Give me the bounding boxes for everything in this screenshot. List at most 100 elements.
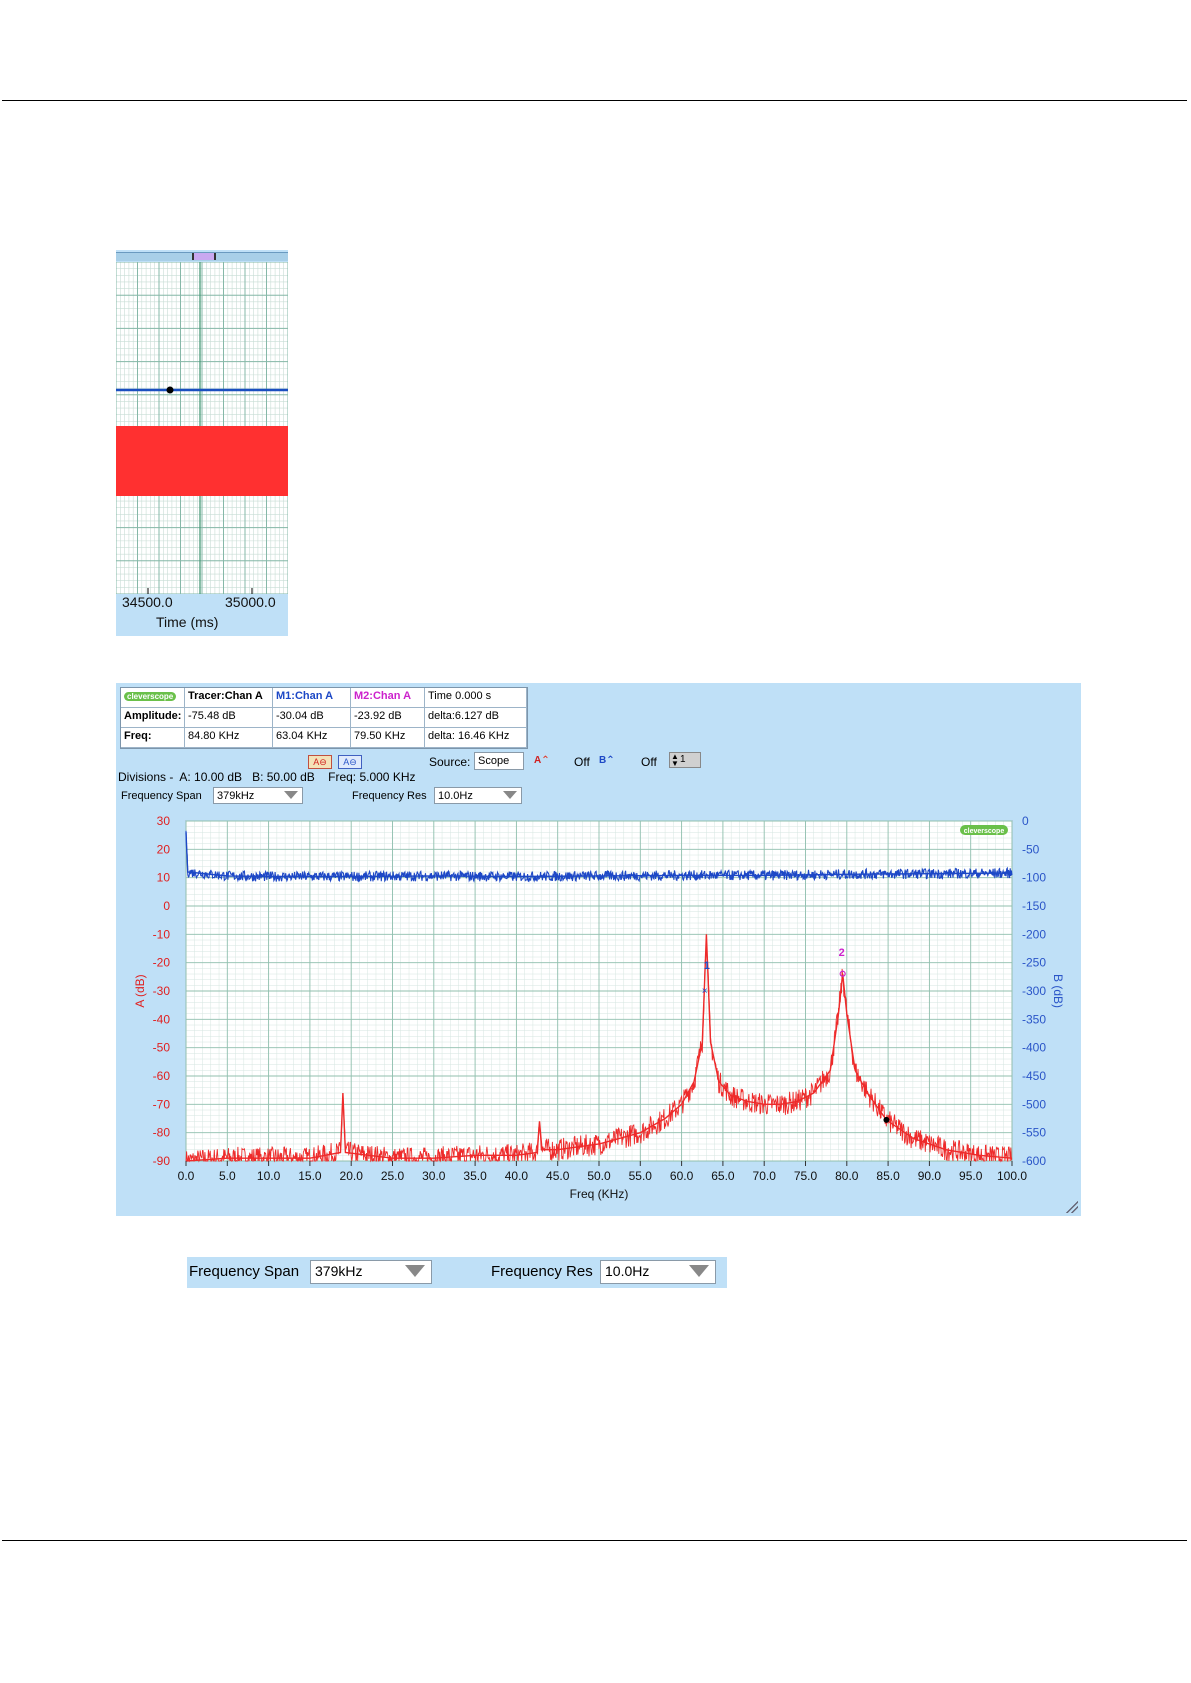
row-label-freq: Freq: xyxy=(121,728,185,748)
chevron-down-icon[interactable] xyxy=(284,791,298,799)
freq-tracer: 84.80 KHz xyxy=(185,728,273,748)
trace-b-marker xyxy=(166,386,174,394)
spin-value: 1 xyxy=(680,754,686,765)
x-tick-label: 100.0 xyxy=(997,1169,1027,1183)
x-tick-label: 40.0 xyxy=(505,1169,529,1183)
y-left-tick-label: -60 xyxy=(153,1069,171,1083)
y-right-tick-label: -400 xyxy=(1022,1041,1046,1055)
x-tick-label: 10.0 xyxy=(257,1169,281,1183)
x-tick-label: 60.0 xyxy=(670,1169,694,1183)
chart-logo: cleverscope xyxy=(964,828,1005,835)
a-trace-icon[interactable]: A⌃ xyxy=(534,755,550,766)
freq-span-select[interactable]: 379kHz xyxy=(213,787,303,804)
y-right-tick-label: -250 xyxy=(1022,956,1046,970)
divisions-text: Divisions - A: 10.00 dB B: 50.00 dB Freq… xyxy=(118,770,416,784)
x-tick-label: 30.0 xyxy=(422,1169,446,1183)
scroll-indicator[interactable] xyxy=(116,252,288,261)
x-tick-label: 15.0 xyxy=(298,1169,322,1183)
tracer-marker xyxy=(883,1116,890,1123)
cleverscope-logo: cleverscope xyxy=(124,692,177,701)
x-tick-label: 5.0 xyxy=(219,1169,236,1183)
table-logo-cell: cleverscope xyxy=(121,688,185,708)
y-right-tick-label: -50 xyxy=(1022,842,1040,856)
y-left-tick-label: -30 xyxy=(153,984,171,998)
source-label: Source: xyxy=(429,755,471,769)
b-trace-icon[interactable]: B⌃ xyxy=(599,755,615,766)
b-off-label: Off xyxy=(641,755,657,769)
marker-1-x: × xyxy=(702,986,708,997)
x-tick-label: 95.0 xyxy=(959,1169,983,1183)
y-left-tick-label: -90 xyxy=(153,1154,171,1168)
x-tick-label: 25.0 xyxy=(381,1169,405,1183)
y-right-tick-label: -150 xyxy=(1022,899,1046,913)
left-scope-plot xyxy=(116,262,288,594)
y-left-tick-label: -50 xyxy=(153,1041,171,1055)
freq-delta: delta: 16.46 KHz xyxy=(425,728,527,748)
y-left-tick-label: 10 xyxy=(157,871,171,885)
a-off-label: Off xyxy=(574,755,590,769)
marker-a-button[interactable]: A⊖ xyxy=(308,755,332,769)
x-tick-label: 20.0 xyxy=(340,1169,364,1183)
col-header-m1: M1:Chan A xyxy=(273,688,351,708)
resize-grip-icon[interactable] xyxy=(1066,1201,1078,1213)
spin-arrows-icon[interactable]: ▲ ▼ xyxy=(671,753,679,768)
y-right-tick-label: -200 xyxy=(1022,927,1046,941)
left-x-tick-1: 35000.0 xyxy=(225,594,276,610)
strip-freq-span-select[interactable]: 379kHz xyxy=(310,1260,432,1284)
freq-m2: 79.50 KHz xyxy=(351,728,425,748)
y-left-tick-label: 20 xyxy=(157,842,171,856)
spin-stepper[interactable]: ▲ ▼ 1 xyxy=(669,752,701,768)
y-right-tick-label: 0 xyxy=(1022,814,1029,828)
spectrum-chart[interactable]: ×120.0 5.0 10.0 15.0 20.0 25.0 30.0 35.0 40.0 45.… xyxy=(116,809,1081,1216)
amp-tracer: -75.48 dB xyxy=(185,708,273,728)
y-left-axis-label: A (dB) xyxy=(133,974,147,1007)
freq-m1: 63.04 KHz xyxy=(273,728,351,748)
col-header-time: Time 0.000 s xyxy=(425,688,527,708)
freq-res-label: Frequency Res xyxy=(352,790,427,802)
strip-freq-res-label: Frequency Res xyxy=(491,1263,593,1280)
y-left-tick-label: 0 xyxy=(163,899,170,913)
bottom-rule xyxy=(2,1540,1187,1541)
marker-1-label: 1 xyxy=(704,960,710,972)
source-select[interactable]: Scope xyxy=(474,752,524,770)
y-left-tick-label: -70 xyxy=(153,1097,171,1111)
strip-freq-span-label: Frequency Span xyxy=(189,1263,300,1280)
row-label-amplitude: Amplitude: xyxy=(121,708,185,728)
freq-span-value: 379kHz xyxy=(217,790,255,802)
strip-freq-res-value: 10.0Hz xyxy=(605,1263,650,1279)
x-tick-label: 75.0 xyxy=(794,1169,818,1183)
left-x-tick-0: 34500.0 xyxy=(122,594,173,610)
x-tick-label: 0.0 xyxy=(178,1169,195,1183)
left-scope-panel: 34500.0 35000.0 Time (ms) xyxy=(116,250,288,636)
y-right-tick-label: -300 xyxy=(1022,984,1046,998)
y-left-tick-label: -80 xyxy=(153,1126,171,1140)
x-axis-label: Freq (KHz) xyxy=(570,1187,629,1201)
trace-a-band xyxy=(116,426,288,496)
frequency-settings-strip: Frequency Span 379kHz Frequency Res 10.0… xyxy=(187,1257,727,1288)
chevron-down-icon[interactable] xyxy=(503,791,517,799)
x-tick-label: 85.0 xyxy=(876,1169,900,1183)
strip-freq-res-select[interactable]: 10.0Hz xyxy=(600,1260,716,1284)
freq-span-label: Frequency Span xyxy=(121,790,202,802)
spectrum-panel: cleverscope Tracer:Chan A M1:Chan A M2:C… xyxy=(116,683,1081,1216)
col-header-m2: M2:Chan A xyxy=(351,688,425,708)
y-left-tick-label: -10 xyxy=(153,927,171,941)
amp-m2: -23.92 dB xyxy=(351,708,425,728)
chevron-down-icon[interactable] xyxy=(689,1265,709,1277)
chevron-down-icon[interactable] xyxy=(405,1265,425,1277)
amp-m1: -30.04 dB xyxy=(273,708,351,728)
y-left-tick-label: -20 xyxy=(153,956,171,970)
x-tick-label: 50.0 xyxy=(587,1169,611,1183)
x-tick-label: 65.0 xyxy=(711,1169,735,1183)
y-right-tick-label: -100 xyxy=(1022,871,1046,885)
scroll-thumb[interactable] xyxy=(192,253,216,260)
readout-table: cleverscope Tracer:Chan A M1:Chan A M2:C… xyxy=(120,687,528,749)
y-right-tick-label: -350 xyxy=(1022,1012,1046,1026)
marker-b-button[interactable]: A⊖ xyxy=(338,755,362,769)
y-right-tick-label: -450 xyxy=(1022,1069,1046,1083)
top-rule xyxy=(2,100,1187,101)
freq-res-select[interactable]: 10.0Hz xyxy=(434,787,522,804)
x-tick-label: 80.0 xyxy=(835,1169,859,1183)
y-left-tick-label: 30 xyxy=(157,814,171,828)
amp-delta: delta:6.127 dB xyxy=(425,708,527,728)
